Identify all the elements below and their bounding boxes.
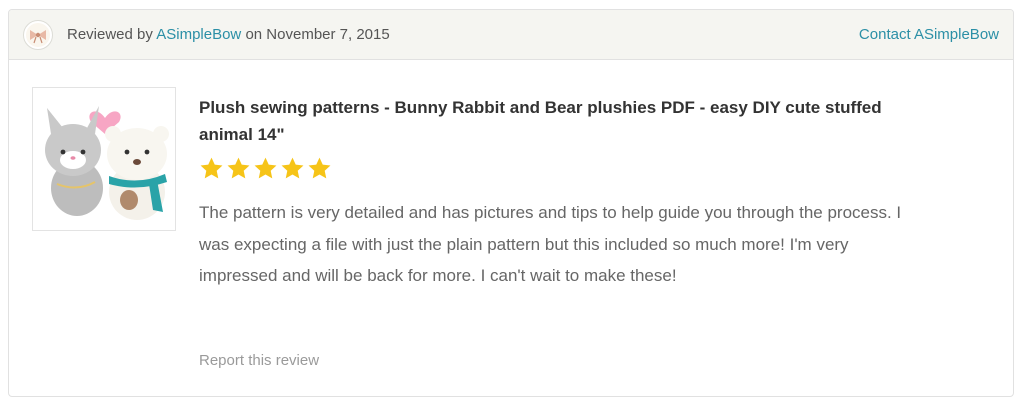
star-icon [308, 157, 331, 179]
reviewer-name-link[interactable]: ASimpleBow [156, 26, 241, 43]
report-review-link[interactable]: Report this review [199, 352, 319, 369]
reviewer-info: Reviewed by ASimpleBow on November 7, 20… [23, 19, 390, 50]
review-text: The pattern is very detailed and has pic… [199, 203, 902, 285]
product-title-link[interactable]: Plush sewing patterns - Bunny Rabbit and… [199, 94, 899, 148]
product-thumbnail[interactable] [32, 87, 176, 231]
review-header: Reviewed by ASimpleBow on November 7, 20… [9, 10, 1013, 60]
reviewed-by-line: Reviewed by ASimpleBow on November 7, 20… [67, 26, 390, 43]
review-date: on November 7, 2015 [245, 26, 390, 43]
star-icon [200, 157, 223, 179]
bow-logo-icon [26, 22, 50, 47]
star-rating [199, 156, 332, 181]
contact-reviewer-link[interactable]: Contact ASimpleBow [859, 26, 999, 43]
star-icon [254, 157, 277, 179]
plush-bunny-bear-image [33, 88, 175, 230]
review-card: Reviewed by ASimpleBow on November 7, 20… [8, 9, 1014, 397]
star-icon [227, 157, 250, 179]
reviewed-by-label: Reviewed by [67, 26, 153, 43]
star-icon [281, 157, 304, 179]
reviewer-avatar[interactable] [23, 19, 53, 50]
